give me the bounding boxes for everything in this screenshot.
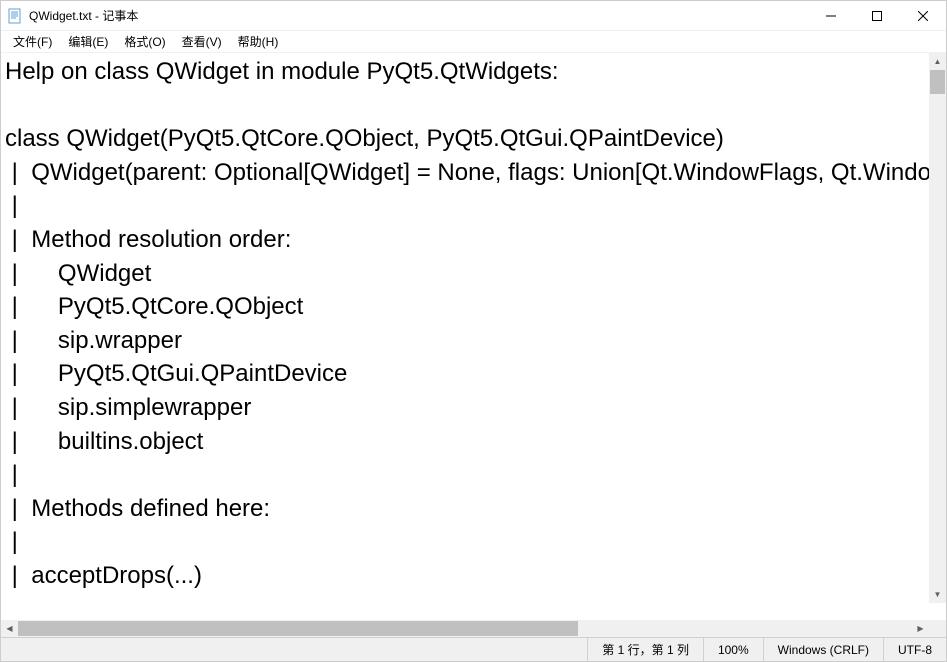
status-encoding: UTF-8 [883, 638, 946, 661]
window-title: QWidget.txt - 记事本 [29, 7, 138, 24]
scroll-right-arrow-icon[interactable]: ▶ [912, 620, 929, 637]
titlebar[interactable]: QWidget.txt - 记事本 [1, 1, 946, 31]
menubar: 文件(F) 编辑(E) 格式(O) 查看(V) 帮助(H) [1, 31, 946, 53]
status-line-ending: Windows (CRLF) [763, 638, 883, 661]
menu-file[interactable]: 文件(F) [5, 31, 60, 52]
scroll-up-arrow-icon[interactable]: ▲ [929, 53, 946, 70]
maximize-button[interactable] [854, 1, 900, 31]
scroll-left-arrow-icon[interactable]: ◀ [1, 620, 18, 637]
menu-edit[interactable]: 编辑(E) [60, 31, 116, 52]
statusbar: 第 1 行，第 1 列 100% Windows (CRLF) UTF-8 [1, 637, 946, 661]
scrollbar-corner [929, 620, 946, 637]
vertical-scrollbar[interactable]: ▲ ▼ [929, 53, 946, 603]
text-editor[interactable]: Help on class QWidget in module PyQt5.Qt… [1, 53, 946, 620]
content-area: Help on class QWidget in module PyQt5.Qt… [1, 53, 946, 637]
document-text[interactable]: Help on class QWidget in module PyQt5.Qt… [1, 53, 946, 595]
vertical-scroll-thumb[interactable] [930, 70, 945, 94]
menu-view[interactable]: 查看(V) [174, 31, 230, 52]
scroll-down-arrow-icon[interactable]: ▼ [929, 586, 946, 603]
horizontal-scroll-track[interactable] [18, 620, 912, 637]
notepad-window: QWidget.txt - 记事本 文件(F) 编辑(E) 格式(O) 查看(V… [0, 0, 947, 662]
status-cursor-position: 第 1 行，第 1 列 [587, 638, 703, 661]
notepad-icon [7, 8, 23, 24]
minimize-button[interactable] [808, 1, 854, 31]
close-button[interactable] [900, 1, 946, 31]
menu-format[interactable]: 格式(O) [116, 31, 173, 52]
horizontal-scrollbar[interactable]: ◀ ▶ [1, 620, 946, 637]
horizontal-scroll-thumb[interactable] [18, 621, 578, 636]
status-zoom: 100% [703, 638, 763, 661]
menu-help[interactable]: 帮助(H) [230, 31, 287, 52]
